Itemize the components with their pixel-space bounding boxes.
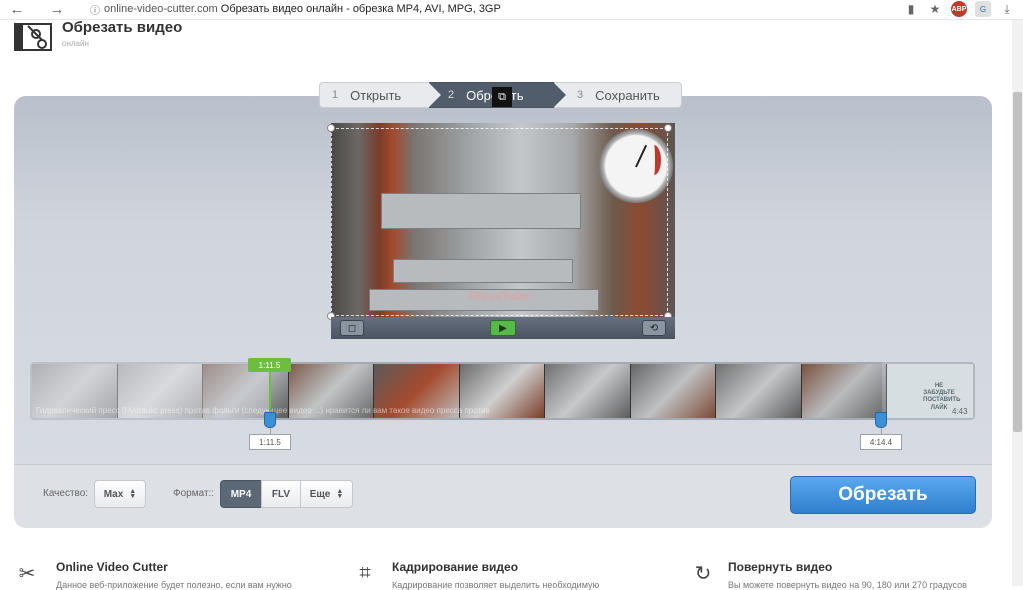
feature-title: Кадрирование видео xyxy=(392,560,519,574)
feature-text: Вы можете повернуть видео на 90, 180 или… xyxy=(728,580,967,590)
site-logo-icon[interactable] xyxy=(14,22,52,52)
download-icon[interactable]: ⤓ xyxy=(999,1,1015,17)
quality-label: Качество: xyxy=(43,488,89,499)
step-arrow xyxy=(428,82,441,108)
film-cut-icon: ✂ xyxy=(18,562,36,585)
adblock-icon[interactable]: ABP xyxy=(951,1,967,17)
step-arrow xyxy=(553,82,566,108)
timeline-frame xyxy=(545,364,631,418)
updown-arrows-icon: ▲ ▼ xyxy=(129,488,137,500)
step-number: 1 xyxy=(332,89,339,101)
popout-icon[interactable]: ⧉ xyxy=(492,87,512,107)
total-duration: 4:43 xyxy=(952,407,968,416)
feature-title: Повернуть видео xyxy=(728,560,833,574)
pressure-gauge xyxy=(599,129,673,203)
feature-text: Данное веб-приложение будет полезно, есл… xyxy=(56,580,292,590)
step-save[interactable]: 3 Сохранить xyxy=(554,82,682,108)
crop-handle-tl[interactable] xyxy=(327,124,335,132)
format-mp4-button[interactable]: MP4 xyxy=(220,480,262,508)
info-icon[interactable]: ⓘ xyxy=(84,0,106,20)
address-bar[interactable]: online-video-cutter.com Обрезать видео о… xyxy=(104,3,501,15)
step-label: Открыть xyxy=(350,87,402,103)
step-number: 3 xyxy=(577,89,584,101)
page-action-icon[interactable]: ▮ xyxy=(903,1,919,17)
bookmark-star-icon[interactable]: ★ xyxy=(927,1,943,17)
feature-title: Online Video Cutter xyxy=(56,560,168,574)
format-more-label: Еще xyxy=(309,488,331,500)
quality-value: Max xyxy=(103,488,124,500)
press-plate xyxy=(393,259,573,283)
playhead-time: 1:11.5 xyxy=(248,358,291,372)
video-preview[interactable]: PressTube xyxy=(331,123,675,317)
step-number: 2 xyxy=(448,89,455,101)
extension-icon[interactable]: G xyxy=(975,1,991,17)
forward-arrow-icon[interactable]: → xyxy=(46,0,68,20)
play-button[interactable]: ▶ xyxy=(490,320,516,336)
page-scrollbar[interactable] xyxy=(1012,20,1023,586)
site-subtitle: онлайн xyxy=(62,39,89,48)
end-trim-handle[interactable] xyxy=(875,412,887,428)
press-plate xyxy=(381,193,581,229)
rotate-button[interactable]: ⟲ xyxy=(642,320,666,336)
crop-icon: ⌗ xyxy=(359,561,371,584)
page-title-text: Обрезать видео онлайн - обрезка MP4, AVI… xyxy=(220,3,501,15)
timeline-caption: Гидравлический пресс (Hydraulic press) п… xyxy=(36,406,490,415)
cut-button[interactable]: Обрезать xyxy=(790,476,976,514)
format-label: Формат:: xyxy=(173,488,215,499)
timeline-frame xyxy=(801,364,888,418)
start-time-label: 1:11.5 xyxy=(249,434,291,450)
format-more-button[interactable]: Еще ▲ ▼ xyxy=(300,480,353,508)
back-arrow-icon[interactable]: ← xyxy=(6,0,28,20)
site-title[interactable]: Обрезать видео xyxy=(62,19,182,36)
rotate-icon: ↻ xyxy=(694,562,712,585)
scrollbar-thumb[interactable] xyxy=(1013,92,1022,432)
gauge-red-zone xyxy=(647,145,661,175)
video-controls: ◻ ▶ ⟲ xyxy=(331,317,675,339)
end-screen-text: НЕ ЗАБУДЬТЕ ПОСТАВИТЬ ЛАЙК xyxy=(923,383,961,411)
start-trim-handle[interactable] xyxy=(264,412,276,428)
step-open[interactable]: 1 Открыть xyxy=(319,82,441,108)
updown-arrows-icon: ▲ ▼ xyxy=(336,488,344,500)
end-time-label: 4:14.4 xyxy=(860,434,902,450)
crop-handle-tr[interactable] xyxy=(664,124,672,132)
timeline-frame xyxy=(716,364,802,418)
browser-toolbar: ← → ⓘ online-video-cutter.com Обрезать в… xyxy=(0,0,1023,20)
video-watermark: PressTube xyxy=(469,289,530,303)
browser-actions: ▮ ★ ABP G ⤓ xyxy=(903,1,1015,17)
format-flv-button[interactable]: FLV xyxy=(261,480,301,508)
feature-text: Кадрирование позволяет выделить необходи… xyxy=(392,580,600,590)
step-label: Сохранить xyxy=(595,87,660,103)
url-host: online-video-cutter.com xyxy=(104,3,218,15)
timeline-frame xyxy=(630,364,717,418)
quality-select[interactable]: Max ▲ ▼ xyxy=(94,480,146,508)
crop-toggle-button[interactable]: ◻ xyxy=(340,320,364,336)
gauge-needle xyxy=(635,144,648,168)
